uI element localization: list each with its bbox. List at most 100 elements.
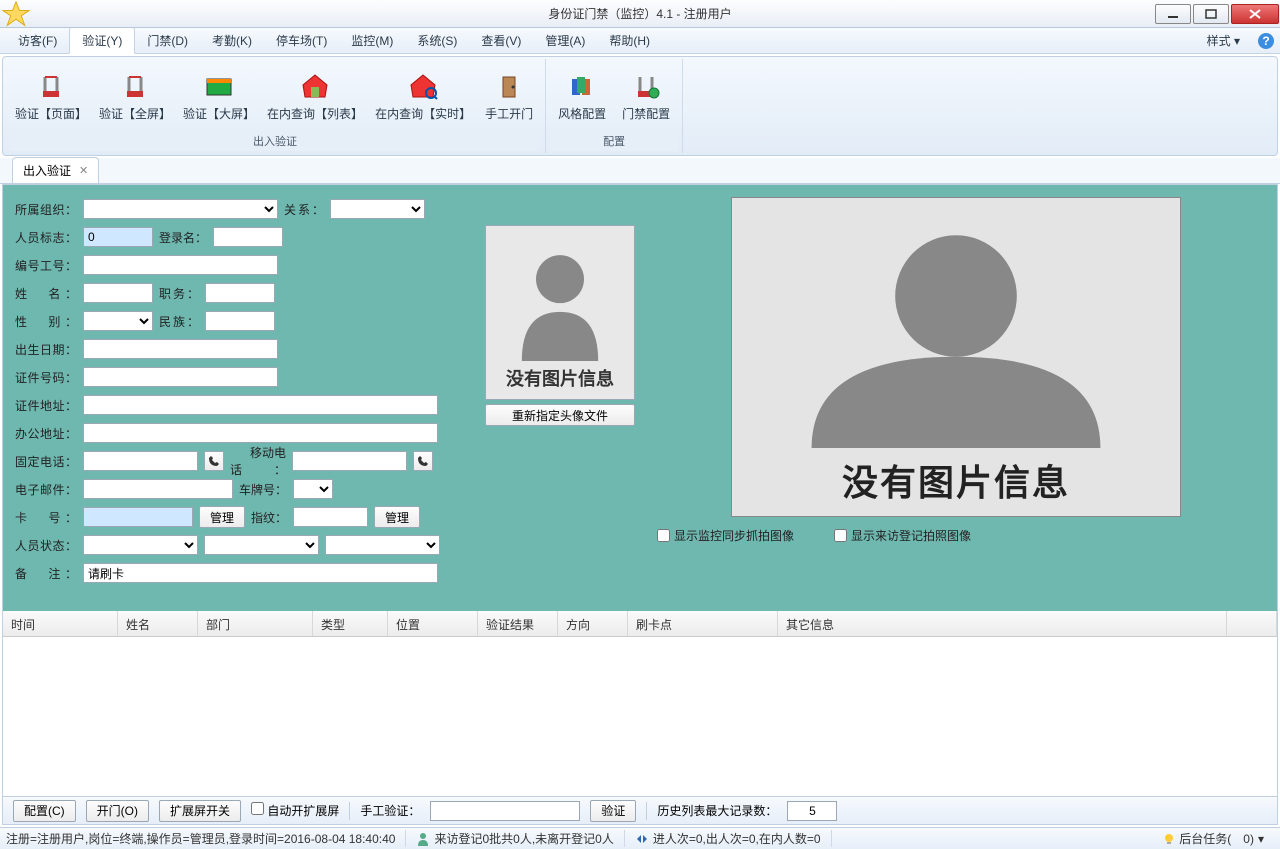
person-silhouette-icon [505,241,615,361]
no-photo-label: 没有图片信息 [506,365,614,391]
manual-verify-input[interactable] [430,801,580,821]
hist-input[interactable] [787,801,837,821]
select-status3[interactable] [325,535,440,555]
chevron-down-icon[interactable]: ▾ [1258,832,1264,846]
mobile-phone-icon[interactable] [413,451,433,471]
input-nation[interactable] [205,311,275,331]
input-emp-no[interactable] [83,255,278,275]
status-bg-task: 后台任务( 0) [1179,830,1254,847]
form-area: 所属组织： 关系： 人员标志： 登录名： 编号工号： 姓 名： 职务： [3,185,1277,605]
input-name[interactable] [83,283,153,303]
ext-screen-button[interactable]: 扩展屏开关 [159,800,241,822]
ribbon-verify-full[interactable]: 验证【全屏】 [93,61,177,131]
bottom-toolbar: 配置(C) 开门(O) 扩展屏开关 自动开扩展屏 手工验证： 验证 历史列表最大… [3,796,1277,824]
ribbon-door-config[interactable]: 门禁配置 [614,61,678,131]
col-time[interactable]: 时间 [3,611,118,636]
label-post: 职务： [159,285,199,302]
select-gender[interactable] [83,311,153,331]
window-buttons [1154,2,1280,26]
col-dept[interactable]: 部门 [198,611,313,636]
ribbon-query-realtime[interactable]: 在内查询【实时】 [369,61,477,131]
verify-button[interactable]: 验证 [590,800,636,822]
grid-area: 时间 姓名 部门 类型 位置 验证结果 方向 刷卡点 其它信息 [3,605,1277,796]
input-email[interactable] [83,479,233,499]
reassign-photo-button[interactable]: 重新指定头像文件 [485,404,635,426]
col-dir[interactable]: 方向 [558,611,628,636]
col-other[interactable]: 其它信息 [778,611,1227,636]
minimize-button[interactable] [1155,4,1191,24]
photo-box: 没有图片信息 重新指定头像文件 [485,225,635,593]
open-door-button[interactable]: 开门(O) [86,800,149,822]
menu-visitor[interactable]: 访客(F) [6,28,69,53]
input-login[interactable] [213,227,283,247]
menu-verify[interactable]: 验证(Y) [69,27,135,54]
input-id-addr[interactable] [83,395,438,415]
menu-help[interactable]: 帮助(H) [597,28,662,53]
check-show-monitor-box[interactable] [657,529,670,542]
big-photo-placeholder: 没有图片信息 [731,197,1181,517]
check-show-visitor-box[interactable] [834,529,847,542]
help-icon[interactable]: ? [1258,33,1274,49]
auto-ext-label[interactable]: 自动开扩展屏 [251,802,339,819]
col-result[interactable]: 验证结果 [478,611,558,636]
select-status1[interactable] [83,535,198,555]
menu-attendance[interactable]: 考勤(K) [200,28,264,53]
label-id-addr: 证件地址： [15,397,77,414]
grid-body[interactable] [3,637,1277,796]
ribbon-style-config[interactable]: 风格配置 [550,61,614,131]
input-birth[interactable] [83,339,278,359]
close-button[interactable] [1231,4,1279,24]
input-person-id[interactable] [83,227,153,247]
ribbon-query-list[interactable]: 在内查询【列表】 [261,61,369,131]
person-silhouette-big-icon [766,218,1146,448]
input-mobile[interactable] [292,451,407,471]
ribbon-verify-page[interactable]: 验证【页面】 [9,61,93,131]
col-type[interactable]: 类型 [313,611,388,636]
check-show-monitor[interactable]: 显示监控同步抓拍图像 [657,527,794,544]
col-reader[interactable]: 刷卡点 [628,611,778,636]
maximize-button[interactable] [1193,4,1229,24]
ribbon-manual-open[interactable]: 手工开门 [477,61,541,131]
select-plate[interactable] [293,479,333,499]
statusbar: 注册=注册用户,岗位=终端,操作员=管理员,登录时间=2016-08-04 18… [0,827,1280,849]
tab-verify[interactable]: 出入验证 ✕ [12,157,99,183]
ribbon-verify-big[interactable]: 验证【大屏】 [177,61,261,131]
input-card[interactable] [83,507,193,527]
tab-close-icon[interactable]: ✕ [79,164,88,177]
fp-manage-button[interactable]: 管理 [374,506,420,528]
select-relation[interactable] [330,199,425,219]
menu-view[interactable]: 查看(V) [469,28,533,53]
select-org[interactable] [83,199,278,219]
input-tel[interactable] [83,451,198,471]
menu-system[interactable]: 系统(S) [405,28,469,53]
tel-phone-icon[interactable] [204,451,224,471]
input-office-addr[interactable] [83,423,438,443]
input-fp[interactable] [293,507,368,527]
col-pos[interactable]: 位置 [388,611,478,636]
input-remark[interactable] [83,563,438,583]
col-name[interactable]: 姓名 [118,611,198,636]
menu-monitor[interactable]: 监控(M) [339,28,405,53]
titlebar: 身份证门禁（监控）4.1 - 注册用户 [0,0,1280,28]
input-post[interactable] [205,283,275,303]
bulb-icon [1163,833,1175,845]
check-show-visitor[interactable]: 显示来访登记拍照图像 [834,527,971,544]
right-area: 没有图片信息 显示监控同步抓拍图像 显示来访登记拍照图像 [647,197,1265,593]
menu-manage[interactable]: 管理(A) [533,28,597,53]
label-card: 卡 号： [15,509,77,526]
menu-door[interactable]: 门禁(D) [135,28,200,53]
config-button[interactable]: 配置(C) [13,800,76,822]
inout-icon [635,832,649,846]
auto-ext-checkbox[interactable] [251,802,264,815]
input-id-no[interactable] [83,367,278,387]
card-manage-button[interactable]: 管理 [199,506,245,528]
ribbon-group-verify-label: 出入验证 [9,131,541,151]
label-office-addr: 办公地址： [15,425,77,442]
menu-style[interactable]: 样式 ▾ [1195,28,1252,53]
label-nation: 民族： [159,313,199,330]
menu-parking[interactable]: 停车场(T) [264,28,339,53]
status-login: 注册=注册用户,岗位=终端,操作员=管理员,登录时间=2016-08-04 18… [6,830,395,847]
person-small-icon [416,832,430,846]
select-status2[interactable] [204,535,319,555]
label-org: 所属组织： [15,201,77,218]
